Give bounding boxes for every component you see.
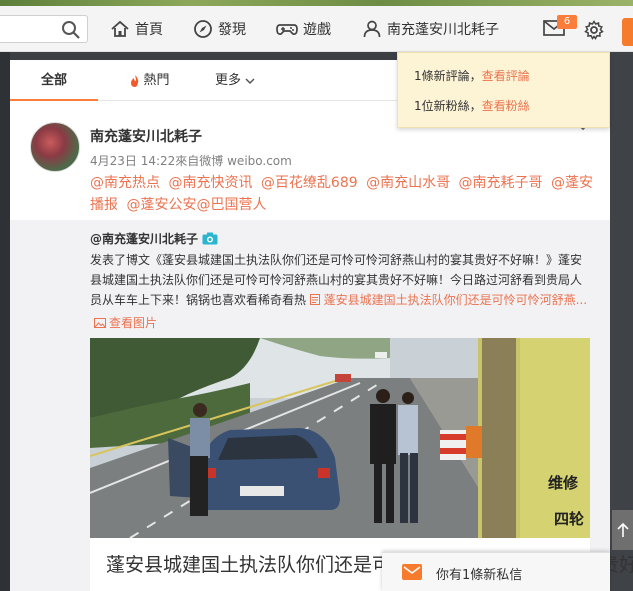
left-sidebar-background [0, 52, 10, 591]
article-link[interactable]: 蓬安县城建国土执法队你们还是可怜可怜河舒燕... [309, 293, 588, 307]
flame-icon [131, 74, 139, 87]
image-icon [94, 317, 106, 328]
new-fans-notice: 1位新粉絲，查看粉絲 [414, 97, 530, 114]
compass-icon [194, 20, 212, 38]
mention-link[interactable]: @南充耗子哥 [459, 175, 543, 191]
post-mentions: @南充热点 @南充快资讯 @百花缭乱689 @南充山水哥 @南充耗子哥 @蓬安播… [90, 172, 600, 216]
settings-button[interactable] [584, 20, 604, 40]
gear-icon [584, 20, 604, 40]
post-author[interactable]: 南充蓬安川北耗子 [90, 126, 202, 146]
view-pictures-link[interactable]: 查看图片 [94, 314, 157, 331]
chevron-down-icon [245, 77, 255, 84]
arrow-up-icon [616, 522, 629, 537]
mention-link[interactable]: @南充热点 [90, 175, 160, 191]
svg-text:维修: 维修 [548, 474, 579, 492]
nav-games[interactable]: 遊戲 [276, 17, 331, 41]
article-link-label: 蓬安县城建国土执法队你们还是可怜可怜河舒燕... [323, 293, 588, 307]
write-post-button[interactable] [622, 18, 633, 46]
gamepad-icon [276, 24, 298, 35]
top-navigation-bar: 首頁 發現 遊戲 南充蓬安川北耗子 6 [0, 6, 633, 52]
envelope-icon [402, 564, 422, 580]
camera-icon [202, 232, 218, 245]
private-message-text: 你有1條新私信 [436, 568, 523, 583]
nav-games-label: 遊戲 [303, 22, 331, 38]
post-meta: 4月23日 14:22來自微博 weibo.com [90, 154, 292, 168]
tab-hot-label: 熱門 [143, 73, 170, 88]
post-photo[interactable]: 维修 四轮 [90, 338, 590, 538]
notification-popup: 1條新評論，查看評論 1位新粉絲，查看粉絲 [397, 52, 610, 128]
user-icon [363, 20, 381, 38]
nav-discover-label: 發現 [218, 22, 246, 38]
mention-link[interactable]: @南充山水哥 [366, 175, 450, 191]
nav-discover[interactable]: 發現 [193, 17, 246, 41]
tab-more-label: 更多 [214, 73, 241, 88]
tab-hot[interactable]: 熱門 [120, 60, 180, 101]
new-fans-text: 1位新粉絲， [414, 99, 482, 113]
reposted-content: @南充蓬安川北耗子 发表了博文《蓬安县城建国土执法队你们还是可怜可怜河舒燕山村的… [10, 220, 633, 591]
repost-author[interactable]: @南充蓬安川北耗子 [90, 230, 218, 247]
nav-user-label: 南充蓬安川北耗子 [387, 22, 499, 38]
feed-panel: 全部 熱門 更多 南充蓬安川北耗子 4月23日 14:22來自微博 weibo.… [10, 60, 633, 591]
view-pictures-label: 查看图片 [109, 316, 158, 330]
messages-count-badge: 6 [557, 15, 577, 29]
mention-link[interactable]: @南充快资讯 [168, 175, 252, 191]
nav-home-label: 首頁 [135, 22, 163, 38]
view-fans-link[interactable]: 查看粉絲 [482, 99, 530, 113]
street-scene-image: 维修 四轮 [90, 338, 590, 538]
document-icon [309, 294, 320, 305]
repost-author-name: @南充蓬安川北耗子 [90, 232, 199, 246]
mention-link[interactable]: @蓬安公安@巴国营人 [126, 197, 266, 213]
new-comments-notice: 1條新評論，查看評論 [414, 67, 530, 84]
weibo-post: 南充蓬安川北耗子 4月23日 14:22來自微博 weibo.com @南充热点… [10, 108, 633, 591]
avatar[interactable] [30, 122, 80, 172]
back-to-top-button[interactable] [612, 510, 633, 550]
tab-more[interactable]: 更多 [205, 60, 265, 101]
nav-user-profile[interactable]: 南充蓬安川北耗子 [362, 17, 499, 41]
new-comments-text: 1條新評論， [414, 69, 482, 83]
mention-link[interactable]: @百花缭乱689 [261, 175, 358, 191]
svg-text:四轮: 四轮 [554, 510, 584, 528]
nav-home[interactable]: 首頁 [110, 17, 163, 41]
search-input[interactable] [0, 15, 88, 43]
tab-all[interactable]: 全部 [10, 60, 98, 101]
home-icon [111, 20, 129, 37]
search-icon[interactable] [61, 20, 81, 40]
private-message-toast[interactable]: 你有1條新私信 [382, 552, 610, 591]
repost-text: 发表了博文《蓬安县城建国土执法队你们还是可怜可怜河舒燕山村的宴其贵好不好嘛！》蓬… [90, 250, 590, 310]
view-comments-link[interactable]: 查看評論 [482, 69, 530, 83]
